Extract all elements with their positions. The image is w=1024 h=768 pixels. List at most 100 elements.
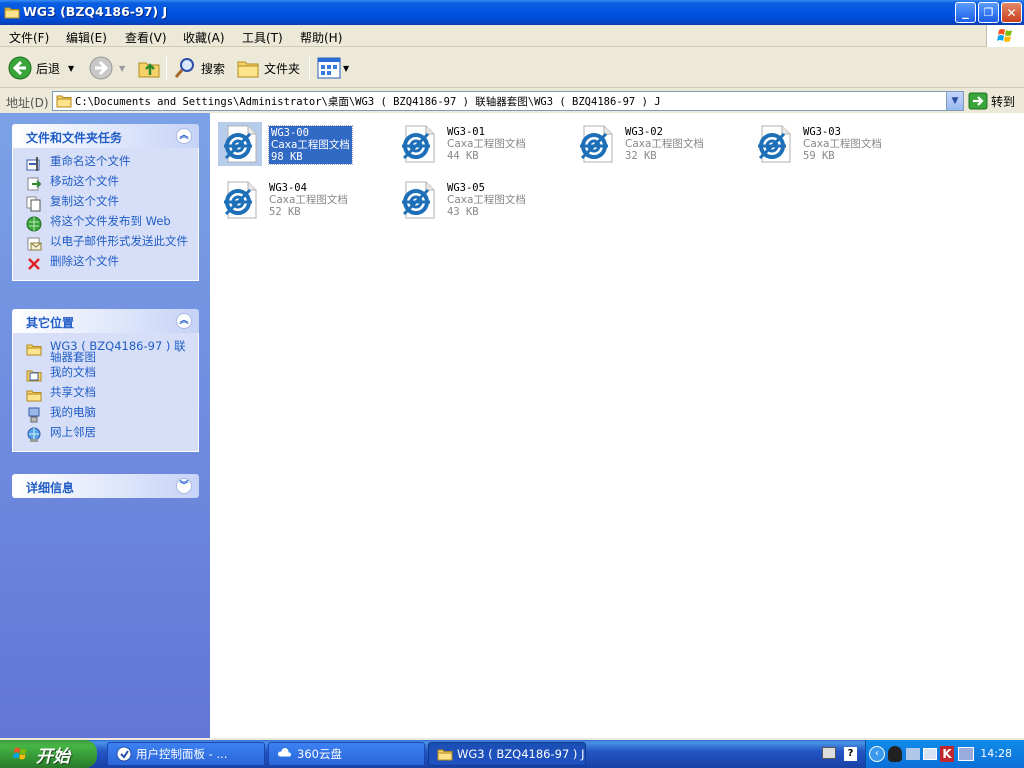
start-button[interactable]: 开始 [0,740,97,768]
caxa-drawing-file-icon [574,122,618,166]
file-type: Caxa工程图文档 [625,138,704,150]
caxa-drawing-file-icon [396,122,440,166]
go-button[interactable]: 转到 [968,91,1015,111]
menu-item[interactable]: 查看(V) [125,29,167,46]
collapse-icon[interactable]: ︽ [176,128,192,144]
expand-icon[interactable]: ︾ [176,478,192,494]
toolbar: 后退 ▼ ▼ 搜索 文件夹 ▼ [0,48,1024,88]
toolbar-separator [309,56,310,80]
forward-dropdown-icon[interactable]: ▼ [119,64,125,73]
task-link-rename[interactable]: 重命名这个文件 [13,154,198,174]
clock[interactable]: 14:28 [980,747,1012,760]
title-bar[interactable]: WG3 (BZQ4186-97) J _ ❐ ✕ [0,0,1024,25]
file-size: 32 KB [625,150,657,162]
other-places-header[interactable]: 其它位置 ︽ [12,309,199,333]
folder-icon [56,95,72,108]
folder-icon [437,746,453,762]
publish-web-icon [26,216,42,232]
task-link-move[interactable]: 移动这个文件 [13,174,198,194]
address-dropdown-icon[interactable]: ▼ [946,92,963,110]
file-name: WG3-05 [447,182,485,194]
control-panel-icon [116,746,132,762]
file-type: Caxa工程图文档 [269,194,348,206]
network-places-icon [26,427,42,443]
address-input[interactable]: C:\Documents and Settings\Administrator\… [52,91,964,111]
search-button[interactable]: 搜索 [173,55,225,81]
network-tool-icon[interactable] [906,748,920,760]
back-arrow-icon [8,56,32,80]
menu-item[interactable]: 工具(T) [242,29,283,46]
forward-arrow-icon [89,56,113,80]
wireless-icon[interactable] [958,747,974,761]
task-pane: 文件和文件夹任务 ︽ 重命名这个文件 移动这个文件 复制这个文件 将这个文件发布到 W… [0,113,210,738]
task-link-email[interactable]: 以电子邮件形式发送此文件 [13,234,198,254]
file-label: WG3-04 Caxa工程图文档 52 KB [269,182,348,218]
folder-icon [4,7,20,19]
folders-icon [237,61,259,78]
file-name: WG3-03 [803,126,841,138]
tray-expand-icon[interactable]: ‹ [869,746,885,762]
file-item[interactable]: WG3-02 Caxa工程图文档 32 KB [568,116,738,168]
place-link[interactable]: WG3 ( BZQ4186-97 ) 联轴器套图 [13,339,198,365]
caxa-drawing-file-icon [752,122,796,166]
other-places-panel: 其它位置 ︽ WG3 ( BZQ4186-97 ) 联轴器套图 我的文档 共享文档我… [12,309,199,452]
place-link[interactable]: 网上邻居 [13,425,198,445]
delete-icon [26,256,42,272]
taskbar-button[interactable]: 用户控制面板 - ... [107,742,265,766]
qq-icon[interactable] [888,746,902,762]
task-link-publish-web[interactable]: 将这个文件发布到 Web [13,214,198,234]
address-label: 地址(D) [6,96,49,110]
file-size: 59 KB [803,150,835,162]
close-button[interactable]: ✕ [1001,2,1022,23]
file-item[interactable]: WG3-00 Caxa工程图文档 98 KB [212,116,382,168]
system-tray: ? ‹ K 14:28 [822,740,1024,768]
file-label: WG3-02 Caxa工程图文档 32 KB [625,126,704,162]
forward-button[interactable]: ▼ [89,55,125,81]
taskbar-button[interactable]: 360云盘 [268,742,425,766]
details-header[interactable]: 详细信息 ︾ [12,474,199,498]
file-name: WG3-04 [269,182,307,194]
file-item[interactable]: WG3-01 Caxa工程图文档 44 KB [390,116,560,168]
collapse-icon[interactable]: ︽ [176,313,192,329]
file-tasks-header[interactable]: 文件和文件夹任务 ︽ [12,124,199,148]
taskbar-button[interactable]: WG3 ( BZQ4186-97 ) J [428,742,586,766]
place-link[interactable]: 我的文档 [13,365,198,385]
antivirus-icon[interactable]: K [940,746,954,762]
address-bar: 地址(D) C:\Documents and Settings\Administ… [0,89,1024,113]
menu-item[interactable]: 编辑(E) [66,29,107,46]
views-button[interactable]: ▼ [317,55,349,81]
restore-button[interactable]: ❐ [978,2,999,23]
file-list-view[interactable]: WG3-00 Caxa工程图文档 98 KB WG3-01 Caxa工程图文档 44 KB… [210,113,1024,738]
task-link-copy[interactable]: 复制这个文件 [13,194,198,214]
email-icon [26,236,42,252]
up-folder-button[interactable] [137,55,161,81]
folder-icon [26,341,42,357]
menu-item[interactable]: 文件(F) [9,29,49,46]
folders-button[interactable]: 文件夹 [236,55,300,81]
place-link[interactable]: 共享文档 [13,385,198,405]
minimize-button[interactable]: _ [955,2,976,23]
back-dropdown-icon[interactable]: ▼ [68,64,74,73]
explorer-window: WG3 (BZQ4186-97) J _ ❐ ✕ 文件(F) 编辑(E) 查看(V)… [0,0,1024,740]
menu-item[interactable]: 帮助(H) [300,29,342,46]
file-item[interactable]: WG3-04 Caxa工程图文档 52 KB [212,172,382,224]
file-item[interactable]: WG3-05 Caxa工程图文档 43 KB [390,172,560,224]
my-computer-icon [26,407,42,423]
shared-documents-icon [26,387,42,403]
task-link-delete[interactable]: 删除这个文件 [13,254,198,274]
place-link[interactable]: 我的电脑 [13,405,198,425]
rename-icon [26,156,42,172]
back-button[interactable]: 后退 ▼ [8,55,74,81]
menu-item[interactable]: 收藏(A) [183,29,225,46]
window-title: WG3 (BZQ4186-97) J [23,4,168,19]
keyboard-icon[interactable] [822,747,836,759]
cloud-drive-icon [276,746,293,762]
menu-bar: 文件(F) 编辑(E) 查看(V) 收藏(A) 工具(T) 帮助(H) [0,25,1024,47]
move-icon [26,176,42,192]
help-icon[interactable]: ? [844,747,857,761]
file-item[interactable]: WG3-03 Caxa工程图文档 59 KB [746,116,916,168]
display-icon[interactable] [923,748,937,760]
views-dropdown-icon[interactable]: ▼ [343,64,349,73]
file-tasks-list: 重命名这个文件 移动这个文件 复制这个文件 将这个文件发布到 Web 以电子邮件形式发送… [12,148,199,281]
file-size: 44 KB [447,150,479,162]
